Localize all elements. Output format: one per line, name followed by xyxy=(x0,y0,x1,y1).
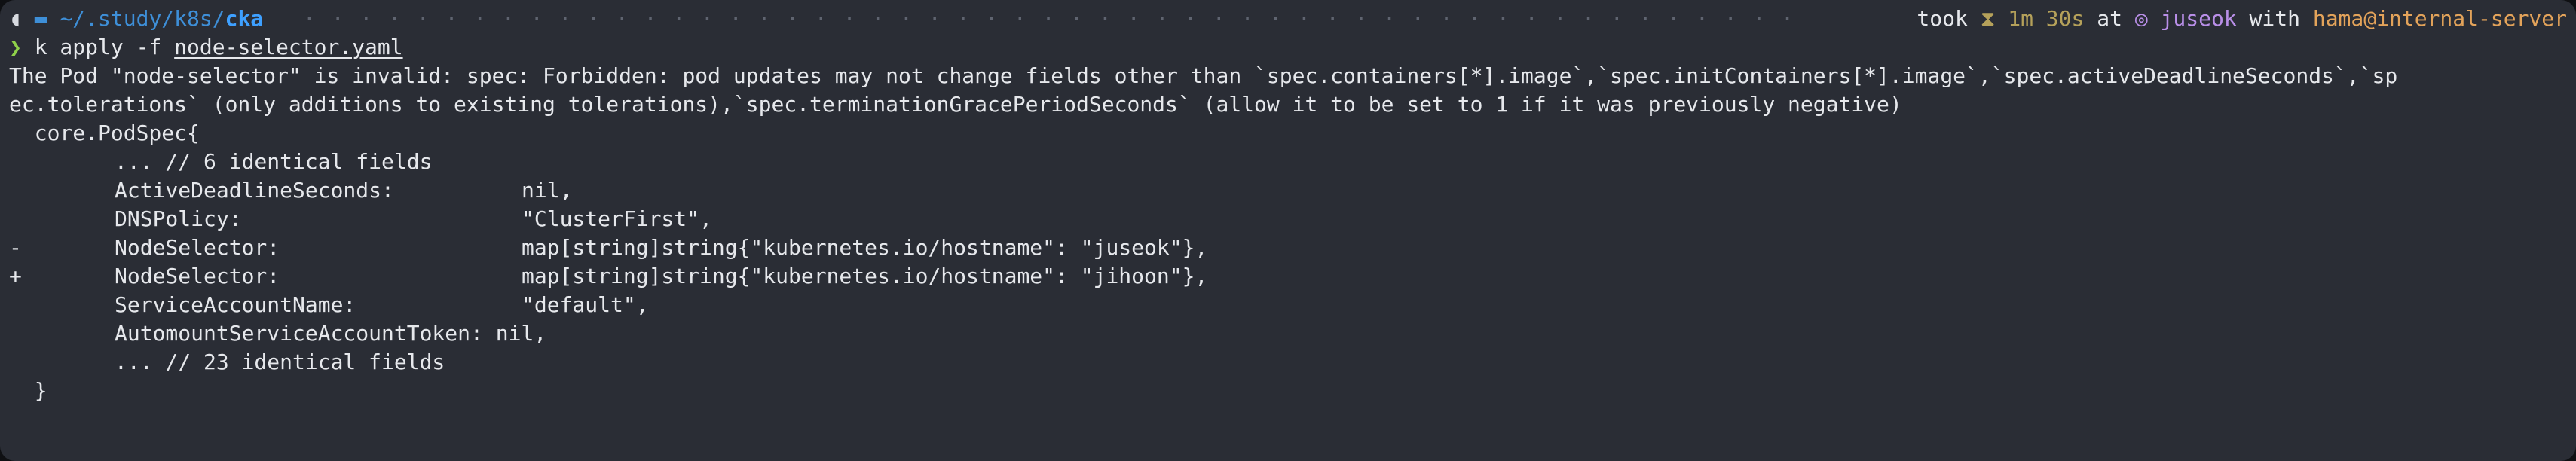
user-icon: ◎ xyxy=(2134,6,2148,31)
diff-row: AutomountServiceAccountToken: nil, xyxy=(9,319,2567,348)
diff-value: nil, xyxy=(522,178,573,203)
prompt-right: took ⧗ 1m 30s at ◎ juseok with hama@inte… xyxy=(1917,5,2567,33)
diff-field: ... // 23 identical fields xyxy=(115,350,445,374)
diff-row-removed: - NodeSelector: map[string]string{"kuberne… xyxy=(9,234,2567,262)
diff-field: AutomountServiceAccountToken: nil, xyxy=(115,321,547,346)
prompt-left: ◖ ▬ ~/.study/k8s/cka xyxy=(9,5,263,33)
diff-field: ActiveDeadlineSeconds: xyxy=(115,178,394,203)
terminal-window[interactable]: ◖ ▬ ~/.study/k8s/cka · · · · · · · · · ·… xyxy=(0,0,2576,461)
diff-row: ... // 6 identical fields xyxy=(9,148,2567,176)
diff-open: core.PodSpec{ xyxy=(9,121,200,145)
path-current: cka xyxy=(225,6,264,31)
diff-row-added: + NodeSelector: map[string]string{"kuberne… xyxy=(9,262,2567,291)
error-line-1: The Pod "node-selector" is invalid: spec… xyxy=(9,63,2398,88)
diff-field: ... // 6 identical fields xyxy=(115,149,433,174)
diff-value: "ClusterFirst", xyxy=(522,206,712,231)
diff-row: ActiveDeadlineSeconds: nil, xyxy=(9,176,2567,205)
hostname: hama@internal-server xyxy=(2312,6,2567,31)
diff-field: NodeSelector: xyxy=(115,235,280,260)
diff-field: NodeSelector: xyxy=(115,264,280,289)
diff-close: } xyxy=(9,378,47,403)
prompt-filler-dots: · · · · · · · · · · · · · · · · · · · · … xyxy=(303,6,1806,31)
path-prefix: ~/.study/k8s/ xyxy=(60,6,225,31)
prompt-line: ◖ ▬ ~/.study/k8s/cka · · · · · · · · · ·… xyxy=(9,5,2567,33)
diff-value: map[string]string{"kubernetes.io/hostnam… xyxy=(522,264,1208,289)
folder-icon: ▬ xyxy=(34,6,47,31)
diff-marker-plus: + xyxy=(9,264,22,289)
took-label: took xyxy=(1917,6,1968,31)
at-label: at xyxy=(2097,6,2122,31)
diff-field: ServiceAccountName: xyxy=(115,292,356,317)
command-file-arg: node-selector.yaml xyxy=(174,35,403,60)
error-line-2: ec.tolerations` (only additions to exist… xyxy=(9,92,1902,117)
username: juseok xyxy=(2160,6,2237,31)
duration: 1m 30s xyxy=(2008,6,2085,31)
os-icon: ◖ xyxy=(9,6,22,31)
command-text: k apply -f xyxy=(34,35,175,60)
diff-row: ... // 23 identical fields xyxy=(9,348,2567,377)
diff-row: ServiceAccountName: "default", xyxy=(9,291,2567,319)
diff-field: DNSPolicy: xyxy=(115,206,242,231)
with-label: with xyxy=(2249,6,2300,31)
diff-row: DNSPolicy: "ClusterFirst", xyxy=(9,205,2567,234)
command-line[interactable]: ❯ k apply -f node-selector.yaml xyxy=(9,33,2567,62)
diff-marker-minus: - xyxy=(9,235,22,260)
prompt-arrow-icon: ❯ xyxy=(9,35,22,60)
diff-value: map[string]string{"kubernetes.io/hostnam… xyxy=(522,235,1208,260)
diff-value: "default", xyxy=(522,292,649,317)
hourglass-icon: ⧗ xyxy=(1980,6,1996,31)
